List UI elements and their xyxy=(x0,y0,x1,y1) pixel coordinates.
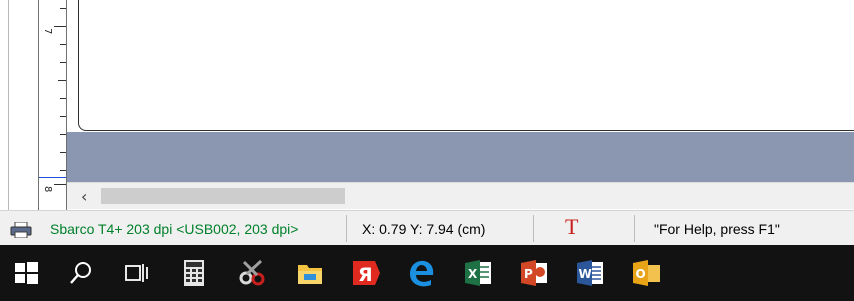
svg-text:O: O xyxy=(636,267,646,281)
ruler-tick xyxy=(58,80,66,81)
printer-status: Sbarco T4+ 203 dpi <USB002, 203 dpi> xyxy=(50,221,299,237)
svg-text:P: P xyxy=(524,267,533,281)
status-separator xyxy=(346,215,347,242)
ruler-tick xyxy=(54,184,66,185)
ruler-tick xyxy=(60,152,66,153)
scrollbar-thumb[interactable] xyxy=(101,188,345,204)
svg-text:Я: Я xyxy=(358,264,373,286)
window-edge xyxy=(8,0,9,210)
task-view-icon[interactable] xyxy=(112,245,160,301)
svg-text:X: X xyxy=(468,267,478,281)
status-bar: Sbarco T4+ 203 dpi <USB002, 203 dpi> X: … xyxy=(0,210,854,246)
excel-icon[interactable]: X xyxy=(454,245,502,301)
file-explorer-icon[interactable] xyxy=(286,245,334,301)
ruler-tick xyxy=(60,98,66,99)
search-icon[interactable] xyxy=(57,245,105,301)
ruler-tick xyxy=(60,8,66,9)
word-icon[interactable]: W xyxy=(566,245,614,301)
windows-start-icon[interactable] xyxy=(2,245,50,301)
yandex-browser-icon[interactable]: Я xyxy=(342,245,390,301)
svg-text:W: W xyxy=(579,267,592,281)
ruler-tick xyxy=(60,170,66,171)
ruler-tick xyxy=(54,26,66,27)
label-canvas[interactable] xyxy=(78,0,854,131)
taskbar: Я X P W O xyxy=(0,245,854,301)
edge-icon[interactable] xyxy=(398,245,446,301)
outlook-icon[interactable]: O xyxy=(622,245,670,301)
ruler-tick xyxy=(60,116,66,117)
label-editor-area: 7 8 ‹ xyxy=(0,0,854,210)
ruler-tick xyxy=(60,134,66,135)
text-tool-icon: T xyxy=(565,214,579,239)
vertical-ruler: 7 8 xyxy=(38,0,67,210)
ruler-label: 8 xyxy=(42,186,53,193)
cursor-coordinates: X: 0.79 Y: 7.94 (cm) xyxy=(362,221,486,237)
status-separator xyxy=(634,215,635,242)
help-hint: "For Help, press F1" xyxy=(654,221,780,237)
ruler-label: 7 xyxy=(42,28,53,35)
scroll-left-icon[interactable]: ‹ xyxy=(81,187,87,206)
ruler-tick xyxy=(60,62,66,63)
ruler-position-marker xyxy=(39,177,66,178)
horizontal-scrollbar[interactable]: ‹ xyxy=(67,182,854,209)
powerpoint-icon[interactable]: P xyxy=(510,245,558,301)
calculator-icon[interactable] xyxy=(170,245,218,301)
printer-icon xyxy=(10,222,32,238)
workspace-background xyxy=(67,132,854,182)
ruler-tick xyxy=(60,44,66,45)
status-separator xyxy=(533,215,534,242)
snipping-tool-icon[interactable] xyxy=(228,245,276,301)
